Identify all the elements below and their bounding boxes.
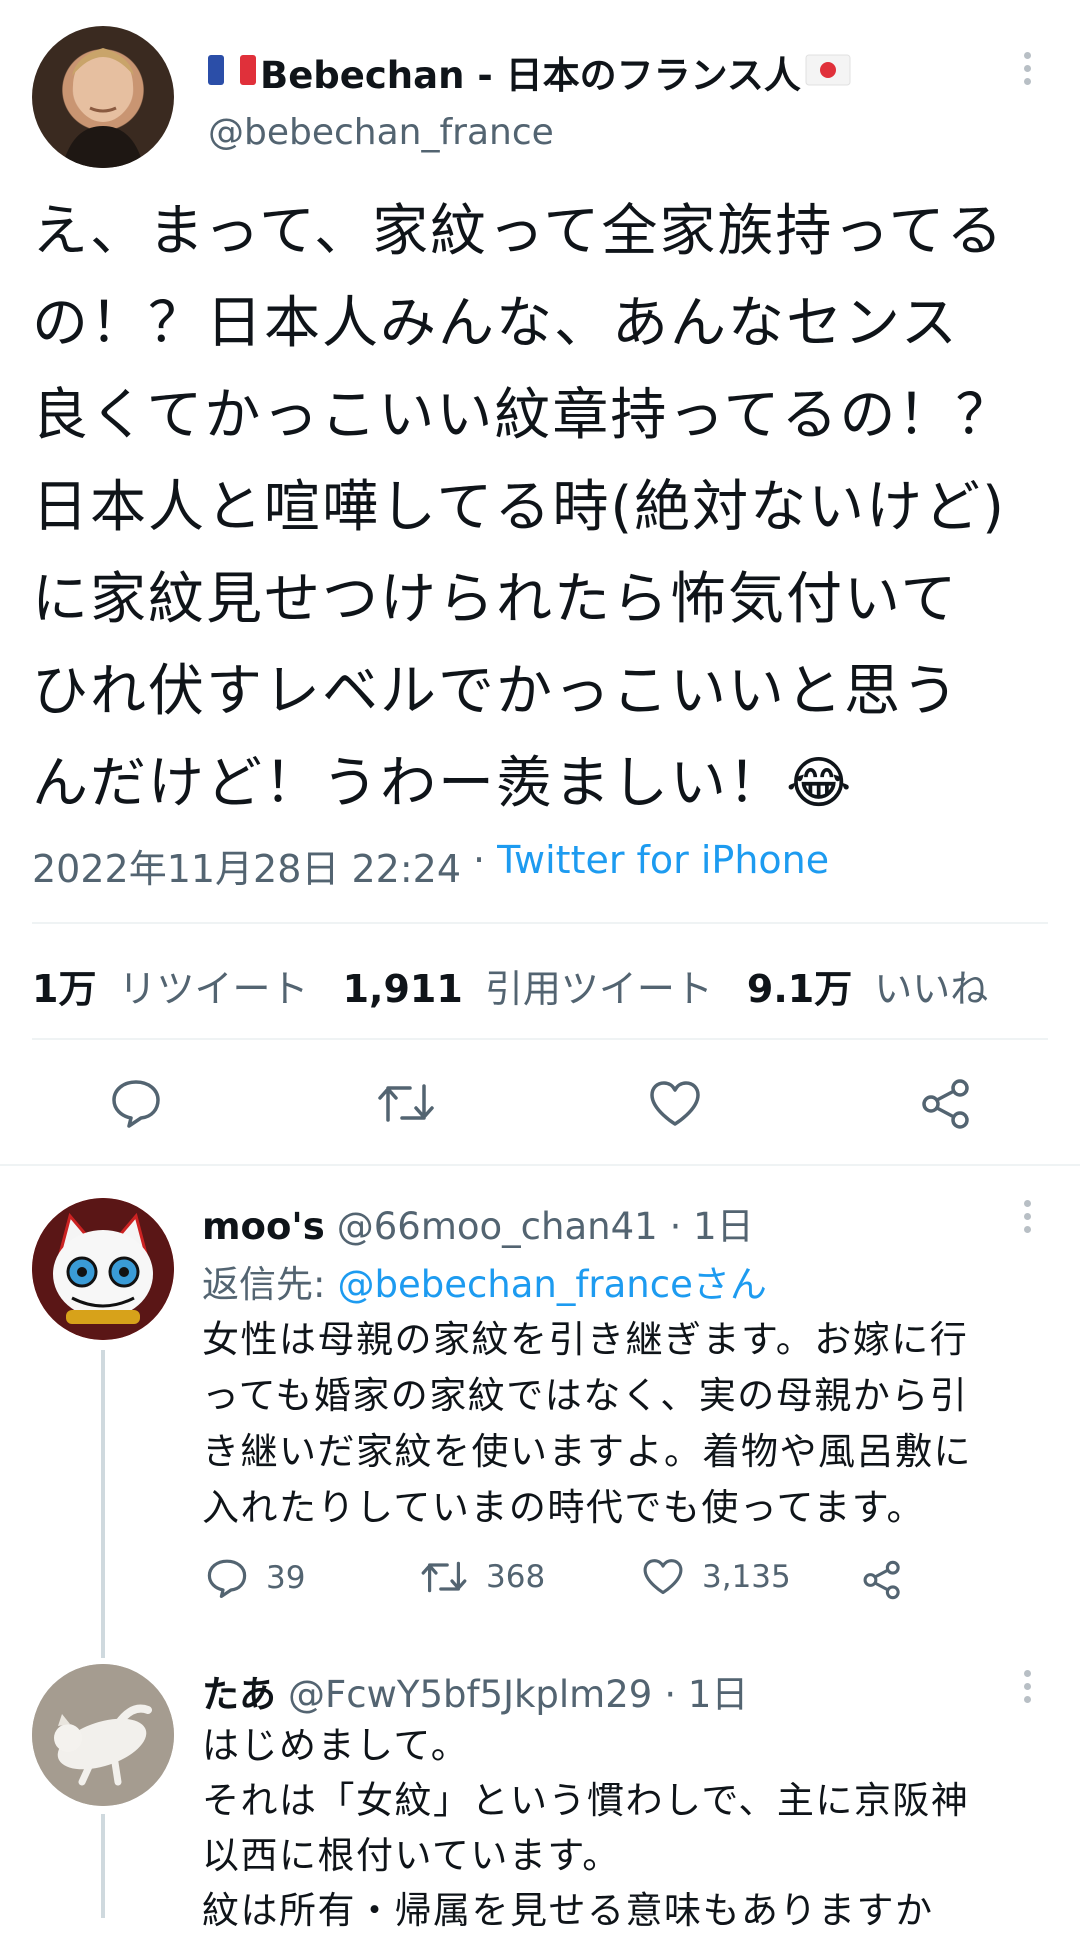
reply-more-icon[interactable]: [1022, 1200, 1032, 1239]
likes-label: いいね: [874, 967, 989, 1011]
reply-to-label: 返信先:: [202, 1263, 326, 1306]
reply-display-name[interactable]: たあ: [202, 1664, 276, 1718]
reply-text-line: き継いだ家紋を使いますよ。着物や風呂敷に: [202, 1430, 972, 1473]
like-icon: [642, 1558, 684, 1596]
share-icon[interactable]: [862, 1560, 902, 1600]
tweet-text-line: の！？日本人みんな、あんなセンス: [32, 291, 959, 356]
reply-handle[interactable]: @FcwY5bf5Jkplm29: [288, 1673, 652, 1716]
reply-time[interactable]: · 1日: [664, 1664, 748, 1718]
reply-text-line: はじめまして。: [202, 1724, 470, 1767]
reply-text: 女性は母親の家紋を引き継ぎます。お嫁に行 っても婚家の家紋ではなく、実の母親から…: [202, 1312, 1062, 1536]
retweet-count: 368: [486, 1559, 546, 1595]
divider: [32, 1038, 1048, 1040]
reply-to-handle[interactable]: @bebechan_franceさん: [337, 1254, 766, 1308]
section-separator: [0, 1164, 1080, 1166]
author-avatar[interactable]: [32, 26, 174, 168]
tweet-text-line: 日本人と喧嘩してる時(絶対ないけど): [32, 475, 1007, 540]
france-flag-icon: [208, 53, 256, 91]
retweets-stat[interactable]: 1万 リツイート: [32, 958, 309, 1013]
quotes-stat[interactable]: 1,911 引用ツイート: [343, 958, 713, 1013]
reply-text-line: 入れたりしていまの時代でも使ってます。: [202, 1486, 925, 1529]
tweet-text-line: ひれ伏すレベルでかっこいいと思う: [32, 659, 960, 724]
quotes-label: 引用ツイート: [484, 967, 713, 1011]
retweet-icon[interactable]: [376, 1080, 436, 1126]
tweet-timestamp[interactable]: 2022年11月28日 22:24: [32, 838, 461, 893]
japan-flag-icon: [805, 53, 851, 91]
reply-count: 39: [266, 1560, 306, 1596]
reply-text-line: 女性は母親の家紋を引き継ぎます。お嫁に行: [202, 1318, 969, 1361]
reply-text: はじめまして。 それは「女紋」という慣わしで、主に京阪神 以西に根付いています。…: [202, 1718, 1062, 1938]
tweet-source-link[interactable]: Twitter for iPhone: [497, 838, 829, 893]
retweets-label: リツイート: [118, 967, 309, 1011]
like-count: 3,135: [702, 1559, 791, 1595]
thread-line: [101, 1814, 105, 1918]
reply-avatar[interactable]: [32, 1664, 174, 1806]
share-icon[interactable]: [920, 1078, 972, 1130]
reply-text-line: それは「女紋」という慣わしで、主に京阪神: [202, 1779, 970, 1822]
meta-separator: ·: [473, 838, 486, 882]
author-display-name[interactable]: Bebechan - 日本のフランス人: [260, 45, 801, 99]
tweet-text: え、まって、家紋って全家族持ってる の！？日本人みんな、あんなセンス 良くてかっ…: [32, 186, 1062, 830]
tweet-text-line: に家紋見せつけられたら怖気付いて: [32, 567, 959, 632]
reply-text-line: 以西に根付いています。: [202, 1834, 621, 1877]
tweet-more-icon[interactable]: [1022, 52, 1032, 91]
reply-icon[interactable]: [110, 1078, 162, 1128]
likes-count: 9.1万: [746, 967, 853, 1011]
retweets-count: 1万: [32, 967, 97, 1011]
author-handle[interactable]: @bebechan_france: [208, 112, 554, 153]
divider: [32, 922, 1048, 924]
tweet-text-line: んだけど！うわー羨ましい！😂: [32, 751, 854, 816]
thread-line: [101, 1350, 105, 1658]
tweet-text-line: え、まって、家紋って全家族持ってる: [32, 199, 1005, 264]
reply-text-line: っても婚家の家紋ではなく、実の母親から引: [202, 1374, 969, 1417]
reply-display-name[interactable]: moo's: [202, 1205, 325, 1248]
likes-stat[interactable]: 9.1万 いいね: [747, 958, 988, 1013]
quotes-count: 1,911: [342, 967, 463, 1011]
reply-retweet-action[interactable]: 368: [420, 1558, 545, 1596]
reply-avatar[interactable]: [32, 1198, 174, 1340]
like-icon[interactable]: [648, 1080, 702, 1128]
reply-time[interactable]: · 1日: [670, 1196, 754, 1250]
reply-icon: [206, 1558, 248, 1598]
reply-more-icon[interactable]: [1022, 1670, 1032, 1709]
retweet-icon: [420, 1558, 468, 1596]
tweet-text-line: 良くてかっこいい紋章持ってるの！？: [32, 383, 1014, 448]
reply-text-line: 紋は所有・帰属を見せる意味もありますか: [202, 1889, 934, 1932]
reply-reply-action[interactable]: 39: [206, 1558, 305, 1598]
reply-like-action[interactable]: 3,135: [642, 1558, 791, 1596]
reply-handle[interactable]: @66moo_chan41: [337, 1205, 658, 1248]
